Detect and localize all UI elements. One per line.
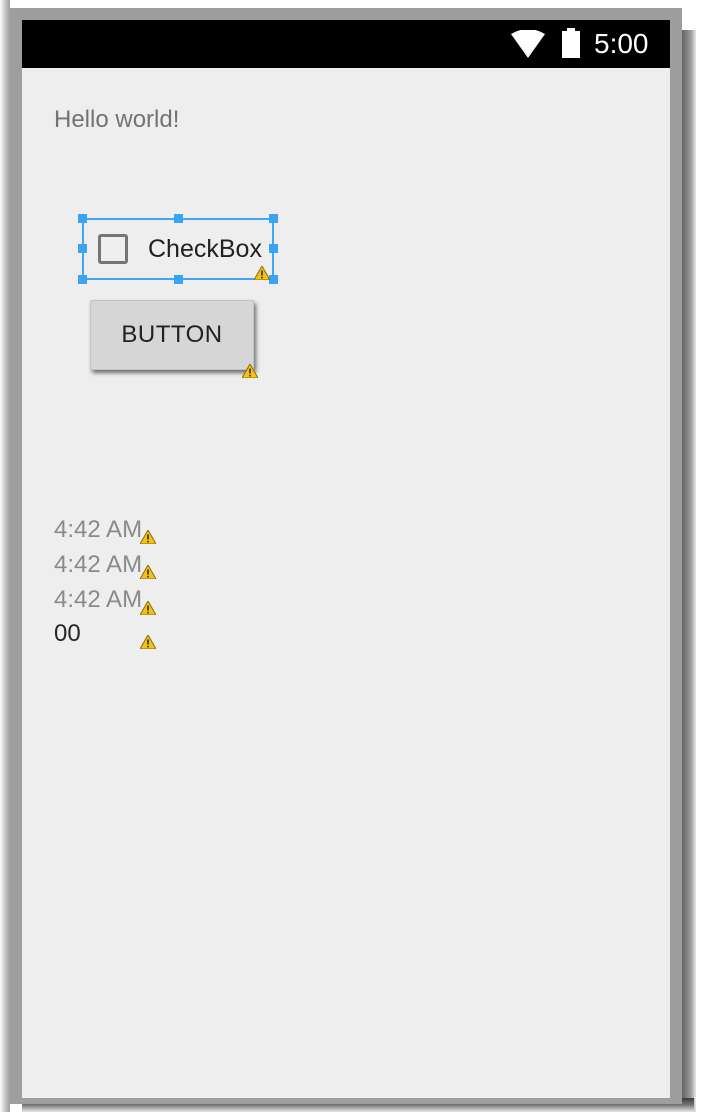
resize-handle-top-left[interactable] bbox=[78, 214, 87, 223]
resize-handle-bottom-right[interactable] bbox=[269, 275, 278, 284]
warning-icon[interactable] bbox=[140, 635, 156, 649]
checkbox[interactable] bbox=[98, 234, 128, 264]
hello-world-text[interactable]: Hello world! bbox=[54, 106, 179, 134]
battery-icon bbox=[562, 28, 580, 58]
status-bar-time: 5:00 bbox=[594, 28, 649, 59]
button-label: BUTTON bbox=[121, 321, 223, 348]
warning-icon[interactable] bbox=[140, 565, 156, 579]
status-bar: 5:00 bbox=[22, 20, 670, 68]
number-text[interactable]: 00 bbox=[54, 620, 81, 648]
clock-text-3[interactable]: 4:42 AM bbox=[54, 586, 142, 614]
resize-handle-middle-right[interactable] bbox=[269, 244, 278, 253]
phone-screen: 5:00 Hello world! CheckBox BUTTON 4:42 A… bbox=[22, 20, 670, 1098]
warning-icon[interactable] bbox=[242, 364, 258, 378]
clock-text-2[interactable]: 4:42 AM bbox=[54, 551, 142, 579]
button[interactable]: BUTTON bbox=[90, 300, 254, 370]
canvas-frame-left bbox=[0, 0, 10, 1112]
warning-icon[interactable] bbox=[254, 266, 270, 280]
resize-handle-bottom-center[interactable] bbox=[174, 275, 183, 284]
resize-handle-middle-left[interactable] bbox=[78, 244, 87, 253]
resize-handle-bottom-left[interactable] bbox=[78, 275, 87, 284]
warning-icon[interactable] bbox=[140, 601, 156, 615]
resize-handle-top-right[interactable] bbox=[269, 214, 278, 223]
warning-icon[interactable] bbox=[140, 530, 156, 544]
designer-canvas: 5:00 Hello world! CheckBox BUTTON 4:42 A… bbox=[0, 0, 706, 1112]
checkbox-widget[interactable]: CheckBox bbox=[78, 214, 278, 284]
resize-handle-top-center[interactable] bbox=[174, 214, 183, 223]
clock-text-1[interactable]: 4:42 AM bbox=[54, 516, 142, 544]
wifi-icon bbox=[511, 30, 545, 58]
checkbox-label: CheckBox bbox=[148, 235, 262, 263]
